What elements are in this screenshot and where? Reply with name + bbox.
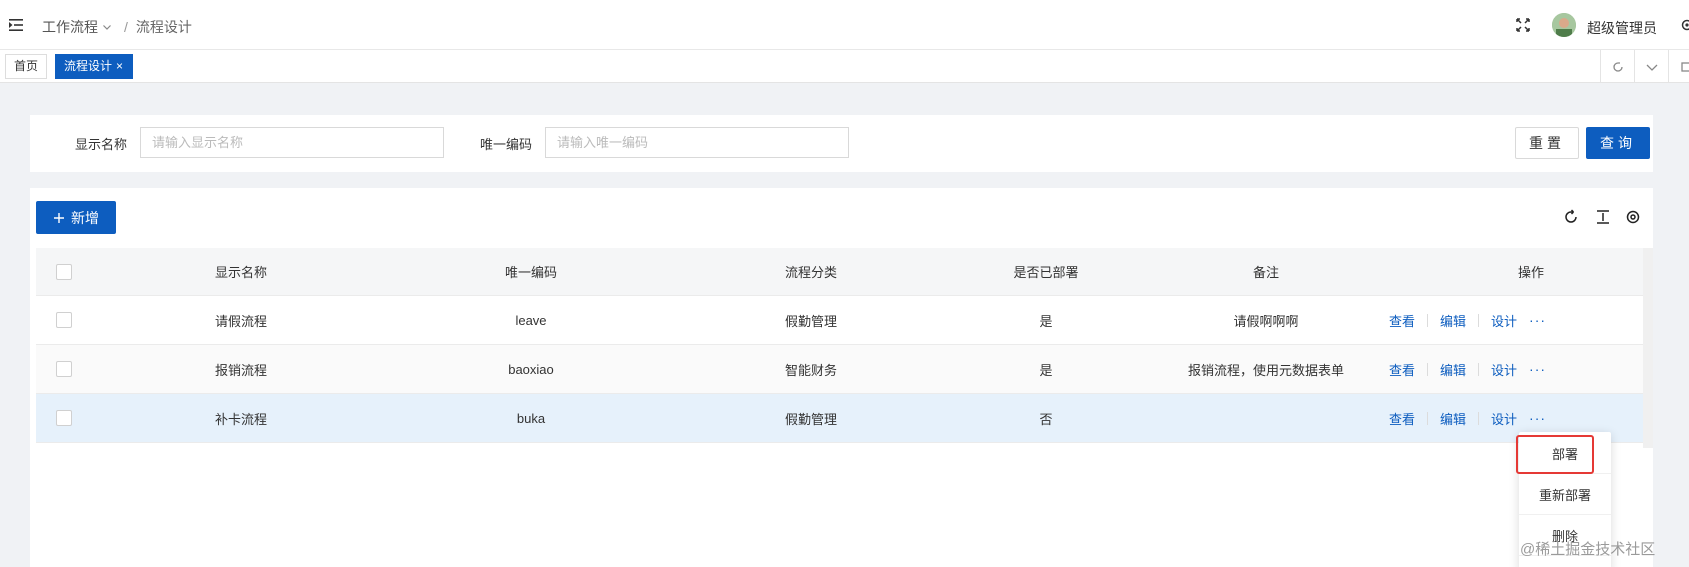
view-link[interactable]: 查看: [1389, 311, 1415, 330]
reset-button[interactable]: 重置: [1515, 127, 1579, 159]
divider: [1427, 362, 1429, 376]
menu-item-redeploy[interactable]: 重新部署: [1519, 475, 1611, 515]
menu-fold-icon[interactable]: [8, 17, 24, 33]
cell-name: 报销流程: [214, 362, 267, 378]
divider: [1478, 313, 1480, 327]
add-button-label: 新增: [71, 209, 99, 226]
fullscreen-icon[interactable]: [1515, 17, 1531, 33]
tabs-menu-button[interactable]: [1634, 50, 1668, 83]
expand-icon: [1680, 61, 1689, 72]
design-link[interactable]: 设计: [1491, 360, 1517, 379]
table-header: 显示名称 唯一编码 流程分类 是否已部署 备注 操作: [36, 248, 1653, 296]
more-icon[interactable]: ···: [1529, 410, 1546, 426]
edit-link[interactable]: 编辑: [1440, 360, 1466, 379]
view-link[interactable]: 查看: [1389, 409, 1415, 428]
cell-remark: 报销流程，使用元数据表单: [1187, 362, 1344, 378]
search-panel: 显示名称 唯一编码 重置 查询: [30, 115, 1653, 172]
close-icon[interactable]: ×: [116, 59, 123, 73]
column-height-icon[interactable]: [1594, 208, 1612, 226]
cell-code: leave: [515, 312, 547, 328]
code-label: 唯一编码: [480, 137, 533, 152]
breadcrumb-separator: /: [124, 19, 128, 35]
table-row[interactable]: 请假流程 leave 假勤管理 是 请假啊啊啊 查看 编辑 设计 ···: [36, 296, 1653, 345]
divider: [1427, 411, 1429, 425]
edit-link[interactable]: 编辑: [1440, 311, 1466, 330]
add-button[interactable]: 新增: [36, 201, 116, 234]
cell-name: 补卡流程: [214, 411, 267, 427]
chevron-down-icon: [1646, 64, 1657, 71]
refresh-icon: [1612, 61, 1623, 72]
column-header-actions: 操作: [1517, 265, 1544, 280]
column-header-category: 流程分类: [784, 265, 837, 280]
table-scrollbar[interactable]: [1643, 248, 1653, 448]
edit-link[interactable]: 编辑: [1440, 409, 1466, 428]
cell-category: 假勤管理: [784, 411, 837, 427]
setting-icon[interactable]: [1624, 208, 1642, 226]
table-row[interactable]: 补卡流程 buka 假勤管理 否 查看 编辑 设计 ···: [36, 394, 1653, 443]
tab-process-design[interactable]: 流程设计 ×: [55, 54, 133, 79]
select-all-checkbox[interactable]: [56, 263, 72, 280]
row-checkbox-cell: [46, 296, 82, 344]
cell-category: 智能财务: [784, 362, 837, 378]
cell-deployed: 是: [1039, 362, 1053, 378]
design-link[interactable]: 设计: [1491, 409, 1517, 428]
tabs-refresh-button[interactable]: [1600, 50, 1634, 83]
cell-deployed: 是: [1039, 313, 1053, 329]
tab-process-design-label: 流程设计: [64, 59, 113, 73]
avatar[interactable]: [1552, 13, 1576, 37]
breadcrumb-current: 流程设计: [135, 19, 192, 35]
column-header-code: 唯一编码: [504, 265, 557, 280]
column-header-remark: 备注: [1252, 265, 1279, 280]
cell-deployed: 否: [1039, 411, 1053, 427]
menu-item-deploy[interactable]: 部署: [1519, 434, 1611, 474]
row-actions: 查看 编辑 设计 ···: [1389, 296, 1546, 344]
top-header: 工作流程 / 流程设计 超级管理员: [0, 0, 1689, 50]
cell-code: buka: [516, 410, 546, 426]
view-link[interactable]: 查看: [1389, 360, 1415, 379]
cell-code: baoxiao: [508, 361, 554, 377]
watermark: @稀土掘金技术社区: [1520, 541, 1656, 558]
row-actions: 查看 编辑 设计 ···: [1389, 345, 1546, 393]
tab-home-label: 首页: [14, 59, 39, 73]
column-header-deployed: 是否已部署: [1013, 265, 1079, 280]
breadcrumb: 工作流程 / 流程设计: [42, 17, 192, 37]
table-panel: 新增 显示名称 唯一编码 流程分类 是否已部署 备注 操作 请假流程 leave…: [30, 188, 1653, 567]
column-header-name: 显示名称: [214, 265, 267, 280]
cell-remark: 请假啊啊啊: [1233, 313, 1299, 329]
breadcrumb-workflow[interactable]: 工作流程: [42, 17, 98, 37]
search-button[interactable]: 查询: [1586, 127, 1650, 159]
row-checkbox[interactable]: [56, 312, 72, 328]
more-icon[interactable]: ···: [1529, 312, 1546, 328]
design-link[interactable]: 设计: [1491, 311, 1517, 330]
name-input[interactable]: [140, 127, 444, 158]
cell-name: 请假流程: [214, 313, 267, 329]
divider: [1478, 362, 1480, 376]
divider: [1478, 411, 1480, 425]
cell-category: 假勤管理: [784, 313, 837, 329]
more-icon[interactable]: ···: [1529, 361, 1546, 377]
row-checkbox-cell: [46, 394, 82, 442]
tabs-bar: 首页 流程设计 ×: [0, 50, 1689, 83]
code-input[interactable]: [545, 127, 849, 158]
chevron-down-icon[interactable]: [102, 22, 112, 32]
divider: [1427, 313, 1429, 327]
row-checkbox[interactable]: [56, 410, 72, 426]
cell-remark: [1146, 394, 1386, 442]
row-checkbox[interactable]: [56, 361, 72, 377]
tabs-fullscreen-button[interactable]: [1668, 50, 1689, 83]
username[interactable]: 超级管理员: [1587, 18, 1657, 38]
select-all-cell: [46, 248, 82, 295]
plus-icon: [54, 212, 64, 223]
name-label: 显示名称: [75, 137, 128, 152]
row-checkbox-cell: [46, 345, 82, 393]
table-row[interactable]: 报销流程 baoxiao 智能财务 是 报销流程，使用元数据表单 查看 编辑 设…: [36, 345, 1653, 394]
gear-icon[interactable]: [1680, 18, 1689, 32]
refresh-icon[interactable]: [1562, 208, 1580, 226]
tab-home[interactable]: 首页: [5, 54, 47, 79]
